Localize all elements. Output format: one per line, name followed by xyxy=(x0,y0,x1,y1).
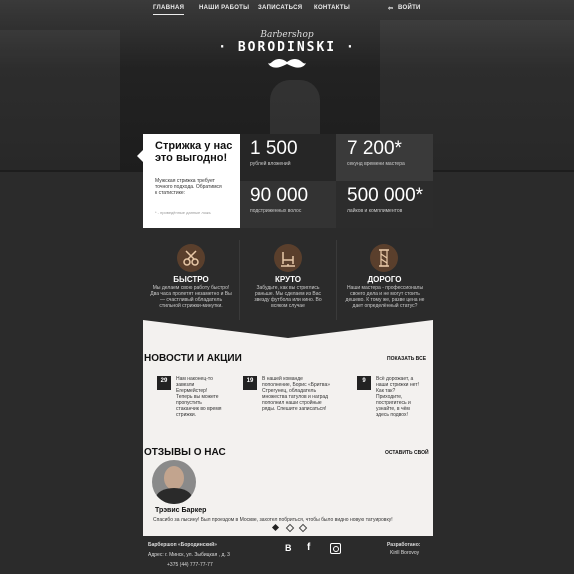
mustache-icon xyxy=(268,59,306,68)
footer-dev-label: Разработано: xyxy=(387,542,421,548)
news-date-badge: 29 xyxy=(157,376,171,390)
stat-value: 1 500 xyxy=(250,138,298,159)
promo-text: Мужская стрижка требует точного подхода.… xyxy=(155,178,222,196)
instagram-icon[interactable] xyxy=(330,543,341,554)
stat-label: лайков и комплиментов xyxy=(347,208,403,214)
brand-dot-left: · xyxy=(218,40,229,55)
stat-card: 1 500 рублей вложений xyxy=(240,134,336,181)
stat-card: 90 000 подстриженных волос xyxy=(240,181,336,228)
stat-label: рублей вложений xyxy=(250,161,291,167)
barber-chair-icon xyxy=(274,244,302,272)
brand-dot-right: · xyxy=(345,40,356,55)
nav-item-signup[interactable]: ЗАПИСАТЬСЯ xyxy=(258,5,302,11)
brand-script: Barbershop xyxy=(260,30,314,40)
news-item-text[interactable]: Всё дорожает, а наши стрижки нет! Как та… xyxy=(376,376,422,418)
stat-label: подстриженных волос xyxy=(250,208,302,214)
news-show-all-link[interactable]: ПОКАЗАТЬ ВСЕ xyxy=(387,356,426,362)
stat-value: 7 200* xyxy=(347,138,402,159)
feature-title: ДОРОГО xyxy=(367,275,402,284)
feature-title: БЫСТРО xyxy=(173,275,209,284)
footer-dev-name[interactable]: Kirill Borovoy xyxy=(390,550,419,556)
nav-item-works[interactable]: НАШИ РАБОТЫ xyxy=(199,5,249,11)
promo-title: Стрижка у нас это выгодно! xyxy=(155,140,233,164)
feature-text: Мы делаем свою работу быстро! Два часа п… xyxy=(150,285,232,309)
scissors-icon xyxy=(177,244,205,272)
news-item-text[interactable]: В нашей команде пополнение, Борис «Бритв… xyxy=(262,376,332,412)
nav-item-home[interactable]: ГЛАВНАЯ xyxy=(153,5,185,15)
stat-label: секунд времени мастера xyxy=(347,161,405,167)
reviewer-avatar xyxy=(152,460,196,504)
news-date-badge: 9 xyxy=(357,376,371,390)
stat-card: 500 000* лайков и комплиментов xyxy=(336,181,433,228)
footer-address: Адрес: г. Минск, ул. Зыбицкая , д. 3 xyxy=(148,552,230,558)
reviewer-name: Трэвис Баркер xyxy=(155,507,207,514)
stat-value: 500 000* xyxy=(347,185,424,206)
nav-item-contacts[interactable]: КОНТАКТЫ xyxy=(314,5,350,11)
reviews-leave-link[interactable]: ОСТАВИТЬ СВОЙ xyxy=(385,450,429,456)
promo-note: * - приведённые данные ложь xyxy=(155,210,211,215)
login-icon[interactable]: ⇦ xyxy=(388,5,393,12)
feature-title: КРУТО xyxy=(275,275,301,284)
news-item-text[interactable]: Нам наконец-то завезли Егермейстер! Тепе… xyxy=(176,376,222,418)
barber-pole-icon xyxy=(370,244,398,272)
top-nav: ГЛАВНАЯ НАШИ РАБОТЫ ЗАПИСАТЬСЯ КОНТАКТЫ … xyxy=(0,0,574,18)
promo-pointer xyxy=(137,150,143,162)
footer-phone: +375 (44) 777-77-77 xyxy=(167,562,213,568)
facebook-icon[interactable]: f xyxy=(307,542,310,553)
promo-card: Стрижка у нас это выгодно! Мужская стриж… xyxy=(143,134,240,228)
brand-name: BORODINSKI xyxy=(237,40,337,55)
review-text: Спасибо за лысину! Был проездом в Москве… xyxy=(153,517,393,523)
brand-logo[interactable]: · BORODINSKI · xyxy=(0,40,574,55)
login-link[interactable]: ВОЙТИ xyxy=(398,5,421,11)
stat-value: 90 000 xyxy=(250,185,309,206)
footer-company: Барбершоп «Бородинский» xyxy=(148,542,217,548)
vk-icon[interactable]: В xyxy=(285,543,292,553)
stat-card: 7 200* секунд времени мастера xyxy=(336,134,433,181)
reviews-title: ОТЗЫВЫ О НАС xyxy=(144,447,226,458)
feature-text: Забудьте, как вы стриглись раньше. Мы сд… xyxy=(254,285,322,309)
feature-text: Наши мастера - профессионалы своего дела… xyxy=(345,285,425,309)
news-title: НОВОСТИ И АКЦИИ xyxy=(144,353,242,364)
news-date-badge: 19 xyxy=(243,376,257,390)
chevron-divider xyxy=(143,320,433,338)
